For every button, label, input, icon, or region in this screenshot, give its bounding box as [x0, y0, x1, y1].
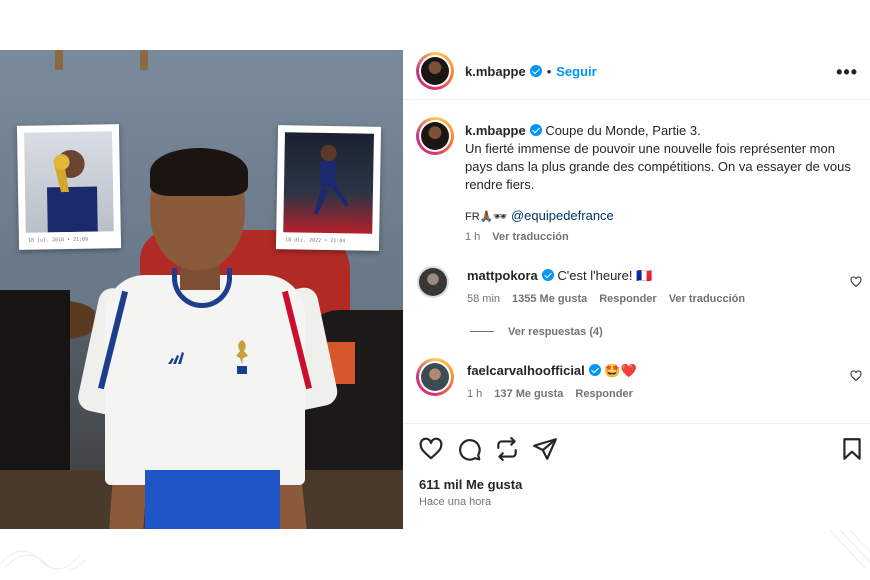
comment: faelcarvalhoofficial 🤩❤️ [467, 362, 637, 380]
adidas-logo-icon [168, 352, 184, 364]
translate-link[interactable]: Ver traducción [669, 293, 745, 305]
caption: k.mbappe Coupe du Monde, Partie 3. Un fi… [465, 122, 860, 194]
child-shorts [145, 470, 280, 529]
action-bar: 611 mil Me gusta Hace una hora [403, 423, 870, 529]
heart-icon[interactable] [418, 436, 444, 462]
player-with-trophy-icon [47, 149, 98, 233]
child-hair [150, 148, 248, 196]
comment-meta: 1 h 137 Me gusta Responder [467, 388, 645, 400]
avatar[interactable] [417, 266, 449, 298]
post-photo[interactable]: 18 jul. 2018 • 21:09 18 dic. 2022 • 21:0… [0, 50, 403, 529]
send-icon[interactable] [532, 436, 558, 462]
view-replies-button[interactable]: Ver respuestas (4) [470, 326, 615, 338]
polaroid-photo-left: 18 jul. 2018 • 21:09 [16, 124, 122, 250]
translate-link[interactable]: Ver traducción [492, 231, 568, 243]
comment-text: 🤩❤️ [604, 363, 637, 378]
comment-like-heart-icon[interactable] [850, 370, 862, 382]
polaroid-caption: 18 jul. 2018 • 21:09 [27, 236, 89, 244]
photo-lamp [140, 50, 148, 70]
avatar-image [419, 268, 447, 296]
post-time: Hace una hora [419, 496, 492, 508]
avatar[interactable] [416, 52, 454, 90]
rooster-crest-icon [236, 340, 248, 374]
reply-button[interactable]: Responder [599, 293, 656, 305]
bookmark-icon[interactable] [839, 436, 865, 462]
replies-line [470, 331, 494, 332]
repost-icon[interactable] [494, 436, 520, 462]
view-replies-label: Ver respuestas (4) [508, 326, 603, 338]
comment-like-heart-icon[interactable] [850, 276, 862, 288]
avatar-image [421, 363, 449, 391]
verified-badge-icon [588, 364, 601, 376]
polaroid-image [24, 131, 114, 233]
avatar-ring [419, 361, 451, 393]
comment-time: 1 h [467, 388, 483, 400]
polaroid-image [283, 132, 374, 234]
comment-likes[interactable]: 137 Me gusta [494, 388, 563, 400]
avatar-image [421, 57, 449, 85]
comment-text: C'est l'heure! 🇫🇷 [557, 268, 653, 283]
verified-badge-icon [541, 269, 554, 281]
verified-badge-icon [529, 65, 542, 77]
polaroid-photo-right: 18 dic. 2022 • 21:04 [275, 125, 382, 251]
mention-link[interactable]: @equipedefrance [511, 208, 614, 223]
caption-meta: 1 h Ver traducción [465, 231, 581, 243]
verified-badge-icon [529, 124, 542, 136]
avatar-image [421, 122, 449, 150]
separator: • [546, 64, 552, 79]
header-user-row: k.mbappe • Seguir [465, 63, 597, 81]
follow-button[interactable]: Seguir [556, 64, 596, 79]
likes-count[interactable]: 611 mil Me gusta [419, 477, 522, 492]
avatar[interactable] [416, 117, 454, 155]
decorative-pattern-icon [0, 550, 86, 570]
more-icon[interactable]: ••• [836, 62, 858, 83]
comment-icon[interactable] [456, 436, 482, 462]
polaroid-caption: 18 dic. 2022 • 21:04 [285, 237, 346, 245]
avatar[interactable] [416, 358, 454, 396]
photo-lamp [55, 50, 63, 70]
post-detail-panel: k.mbappe • Seguir ••• k.mbappe Coupe du Mo… [403, 50, 870, 529]
author-username[interactable]: k.mbappe [465, 64, 526, 79]
post-header: k.mbappe • Seguir ••• [403, 50, 870, 100]
caption-body: Un fierté immense de pouvoir une nouvell… [465, 141, 851, 192]
reply-button[interactable]: Responder [575, 388, 632, 400]
comment-time: 58 min [467, 293, 501, 305]
comment-author[interactable]: faelcarvalhoofficial [467, 363, 585, 378]
caption-author[interactable]: k.mbappe [465, 123, 526, 138]
caption-time: 1 h [465, 231, 481, 243]
caption-title: Coupe du Monde, Partie 3. [545, 123, 701, 138]
comment-likes[interactable]: 1355 Me gusta [512, 293, 587, 305]
caption-emojis: FR🙏🏾🕶 [465, 211, 508, 223]
comment: mattpokora C'est l'heure! 🇫🇷 [467, 267, 652, 285]
avatar-ring [419, 120, 451, 152]
decorative-pattern-icon [829, 530, 870, 569]
comment-meta: 58 min 1355 Me gusta Responder Ver traducci… [467, 293, 757, 305]
player-running-icon [313, 144, 349, 215]
avatar-ring [419, 55, 451, 87]
caption-tags: FR🙏🏾🕶 @equipedefrance [465, 207, 614, 226]
comment-author[interactable]: mattpokora [467, 268, 538, 283]
